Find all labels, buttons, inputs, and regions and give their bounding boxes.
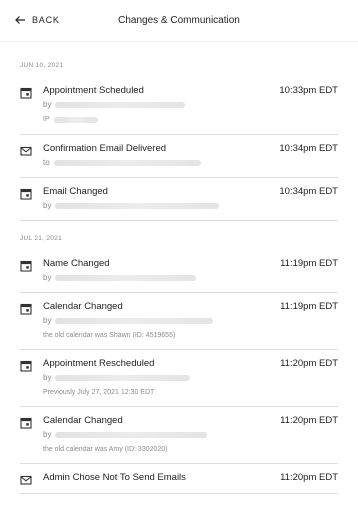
date-header: JUN 10, 2021 <box>20 62 64 69</box>
header: BACK Changes & Communication <box>0 0 358 42</box>
calendar-icon <box>20 416 32 429</box>
entry-actor: by <box>43 273 338 283</box>
entry-time: 11:20pm EDT <box>280 415 338 426</box>
log-entry: Appointment Scheduled 10:33pm EDT by IP <box>20 77 338 135</box>
log-entry: Calendar Changed 11:19pm EDT by the old cal… <box>20 293 338 350</box>
entry-time: 10:34pm EDT <box>279 186 338 197</box>
entry-note: the old calendar was Amy (ID: 3302020) <box>43 446 168 453</box>
actor-prefix: by <box>43 430 52 439</box>
mail-icon <box>20 144 32 156</box>
log-entry: Calendar Changed 11:20pm EDT by the old cal… <box>20 407 338 464</box>
ip-prefix: IP <box>43 116 50 123</box>
entry-time: 11:20pm EDT <box>280 472 338 483</box>
calendar-icon <box>20 359 32 372</box>
redacted-value <box>53 160 201 166</box>
entry-ip: IP <box>43 115 338 125</box>
entry-actor: to <box>43 158 338 168</box>
log-entry: Email Changed 10:34pm EDT by <box>20 178 338 221</box>
actor-prefix: by <box>43 316 52 325</box>
redacted-value <box>55 102 186 108</box>
calendar-icon <box>20 86 32 99</box>
entry-actor: by <box>43 373 338 383</box>
redacted-value <box>55 375 191 381</box>
entry-note: the old calendar was Shawn (ID: 4519655) <box>43 332 176 339</box>
entry-time: 11:19pm EDT <box>280 258 338 269</box>
entry-actor: by <box>43 430 338 440</box>
entry-time: 11:19pm EDT <box>280 301 338 312</box>
mail-icon <box>20 473 32 485</box>
actor-prefix: by <box>43 273 52 282</box>
log-entry: Admin Chose Not To Send Emails 11:20pm ED… <box>20 464 338 494</box>
redacted-value <box>55 275 197 281</box>
actor-prefix: by <box>43 201 52 210</box>
activity-log: JUN 10, 2021 Appointment Scheduled 10:33pm… <box>0 42 358 494</box>
entry-note: Previously July 27, 2021 12:30 EDT <box>43 389 155 396</box>
actor-prefix: by <box>43 373 52 382</box>
page-title: Changes & Communication <box>118 15 240 26</box>
entry-time: 10:34pm EDT <box>279 143 338 154</box>
redacted-value <box>55 318 214 324</box>
log-entry: Appointment Rescheduled 11:20pm EDT by Prev… <box>20 350 338 407</box>
entry-time: 10:33pm EDT <box>279 85 338 96</box>
entry-actor: by <box>43 316 338 326</box>
actor-prefix: by <box>43 100 52 109</box>
redacted-value <box>55 432 208 438</box>
log-entry: Name Changed 11:19pm EDT by <box>20 250 338 293</box>
calendar-icon <box>20 259 32 272</box>
entry-actor: by <box>43 100 338 110</box>
date-header: JUL 21, 2021 <box>20 235 63 242</box>
calendar-icon <box>20 187 32 200</box>
log-entry: Confirmation Email Delivered 10:34pm EDT t… <box>20 135 338 178</box>
redacted-value <box>55 203 220 209</box>
actor-prefix: to <box>43 158 50 167</box>
entry-time: 11:20pm EDT <box>280 358 338 369</box>
redacted-value <box>53 117 98 123</box>
entry-actor: by <box>43 201 338 211</box>
calendar-icon <box>20 302 32 315</box>
